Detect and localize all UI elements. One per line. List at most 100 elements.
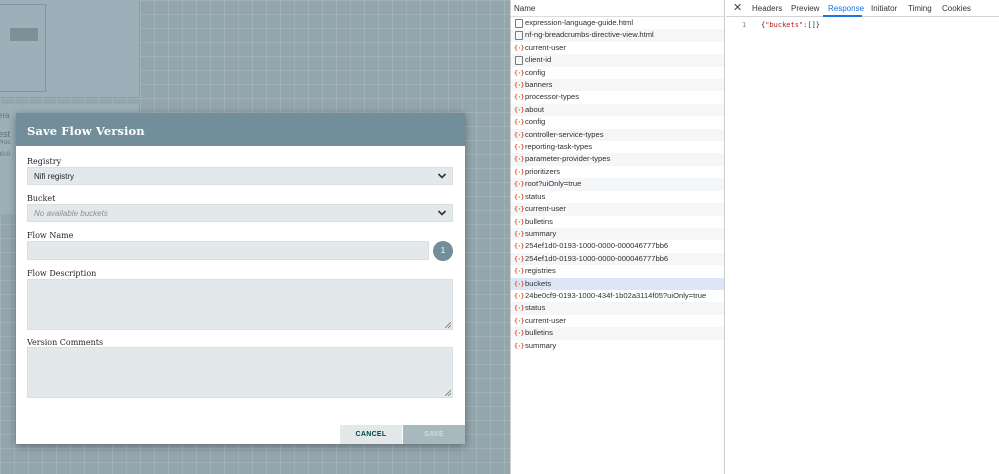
network-request-row[interactable]: {·} registries bbox=[511, 265, 724, 277]
network-request-row[interactable]: {·} about bbox=[511, 103, 724, 117]
xhr-icon: {·} bbox=[514, 93, 525, 102]
request-name: bulletins bbox=[525, 216, 553, 226]
response-key: "buckets" bbox=[765, 21, 804, 29]
document-icon bbox=[515, 19, 523, 28]
xhr-icon: {·} bbox=[514, 329, 525, 338]
bucket-select[interactable]: No available buckets bbox=[27, 204, 453, 222]
network-request-row[interactable]: {·} parameter-provider-types bbox=[511, 153, 724, 166]
network-request-row[interactable]: {·} current-user bbox=[511, 203, 724, 216]
version-comments-textarea[interactable] bbox=[27, 347, 453, 398]
network-request-row[interactable]: {·} buckets bbox=[511, 277, 724, 290]
xhr-icon: {·} bbox=[514, 205, 525, 214]
network-request-row[interactable]: {·} config bbox=[511, 67, 724, 79]
save-button[interactable]: SAVE bbox=[403, 425, 465, 444]
flow-description-textarea[interactable] bbox=[27, 279, 453, 330]
xhr-icon: {·} bbox=[514, 105, 525, 114]
xhr-icon: {·} bbox=[514, 291, 525, 300]
response-body: {"buckets":[]} bbox=[761, 21, 820, 29]
request-name: summary bbox=[525, 340, 557, 350]
network-request-row[interactable]: {·} 24be0cf9-0193-1000-434f-1b02a3114f05?… bbox=[511, 290, 724, 302]
request-name: summary bbox=[525, 228, 557, 238]
active-tab-indicator bbox=[823, 15, 862, 17]
response-value: :[]} bbox=[803, 21, 821, 29]
request-name: bulletins bbox=[525, 328, 553, 338]
dialog-header: Save Flow Version bbox=[16, 113, 465, 146]
request-name: 254ef1d0-0193-1000-0000-000046777bb6 bbox=[525, 253, 669, 263]
network-request-row[interactable]: client-id bbox=[511, 54, 724, 67]
resize-handle-icon[interactable] bbox=[445, 322, 451, 328]
flow-canvas: era est Proc 30-0 Save Flow Version Regi… bbox=[0, 0, 510, 474]
network-request-row[interactable]: {·} root?uiOnly=true bbox=[511, 178, 724, 191]
network-request-row[interactable]: {·} banners bbox=[511, 79, 724, 92]
network-request-row[interactable]: {·} status bbox=[511, 191, 724, 203]
cancel-button[interactable]: CANCEL bbox=[340, 425, 402, 444]
network-request-row[interactable]: {·} config bbox=[511, 116, 724, 128]
operate-panel-text: Proc bbox=[0, 140, 11, 146]
registry-select[interactable]: Nifi registry bbox=[27, 167, 453, 185]
tab-response[interactable]: Response bbox=[828, 4, 864, 13]
tab-cookies[interactable]: Cookies bbox=[942, 4, 971, 13]
registry-label: Registry bbox=[27, 157, 62, 166]
request-name: processor-types bbox=[525, 92, 580, 102]
operate-panel-text: era bbox=[0, 111, 10, 120]
name-column-header[interactable]: Name bbox=[511, 0, 724, 17]
network-request-row[interactable]: {·} prioritizers bbox=[511, 166, 724, 178]
network-request-row[interactable]: {·} bulletins bbox=[511, 327, 724, 340]
save-flow-version-dialog: Save Flow Version Registry Nifi registry… bbox=[16, 113, 465, 444]
document-icon bbox=[515, 31, 523, 41]
network-request-row[interactable]: nf-ng-breadcrumbs-directive-view.html bbox=[511, 29, 724, 42]
xhr-icon: {·} bbox=[514, 217, 525, 226]
network-request-row[interactable]: {·} controller-service-types bbox=[511, 128, 724, 142]
xhr-icon: {·} bbox=[514, 254, 525, 263]
operate-panel-text: 30-0 bbox=[0, 152, 11, 158]
request-name: current-user bbox=[525, 204, 566, 214]
request-name: root?uiOnly=true bbox=[525, 179, 582, 189]
network-request-row[interactable]: {·} current-user bbox=[511, 315, 724, 327]
bucket-label: Bucket bbox=[27, 194, 56, 203]
xhr-icon: {·} bbox=[514, 267, 525, 276]
xhr-icon: {·} bbox=[514, 242, 525, 251]
tab-timing[interactable]: Timing bbox=[908, 4, 932, 13]
flow-description-label: Flow Description bbox=[27, 269, 97, 278]
flow-name-label: Flow Name bbox=[27, 231, 74, 240]
request-name: reporting-task-types bbox=[525, 142, 593, 152]
network-request-row[interactable]: {·} summary bbox=[511, 340, 724, 352]
request-name: about bbox=[525, 104, 545, 114]
tab-initiator[interactable]: Initiator bbox=[871, 4, 897, 13]
flow-name-input[interactable] bbox=[27, 241, 429, 260]
request-name: config bbox=[525, 67, 546, 77]
xhr-icon: {·} bbox=[514, 143, 525, 152]
resize-handle-icon[interactable] bbox=[445, 390, 451, 396]
request-name: buckets bbox=[525, 278, 552, 288]
network-request-row[interactable]: {·} current-user bbox=[511, 42, 724, 54]
chevron-down-icon bbox=[437, 210, 447, 216]
xhr-icon: {·} bbox=[514, 118, 525, 127]
request-name: expression-language-guide.html bbox=[525, 18, 634, 27]
network-request-row[interactable]: expression-language-guide.html bbox=[511, 17, 724, 29]
network-request-row[interactable]: {·} bulletins bbox=[511, 216, 724, 228]
network-request-row[interactable]: {·} reporting-task-types bbox=[511, 141, 724, 153]
request-name: status bbox=[525, 303, 546, 313]
network-request-row[interactable]: {·} summary bbox=[511, 227, 724, 241]
network-request-row[interactable]: {·} 254ef1d0-0193-1000-0000-000046777bb6 bbox=[511, 240, 724, 252]
request-name: status bbox=[525, 191, 546, 201]
operate-panel-text: est bbox=[0, 129, 11, 139]
request-name: 254ef1d0-0193-1000-0000-000046777bb6 bbox=[525, 241, 669, 251]
tab-preview[interactable]: Preview bbox=[791, 4, 819, 13]
network-request-row[interactable]: {·} 254ef1d0-0193-1000-0000-000046777bb6 bbox=[511, 252, 724, 266]
xhr-icon: {·} bbox=[514, 304, 525, 313]
xhr-icon: {·} bbox=[514, 155, 525, 164]
document-icon bbox=[515, 56, 523, 66]
tab-headers[interactable]: Headers bbox=[752, 4, 782, 13]
xhr-icon: {·} bbox=[514, 229, 525, 238]
request-name: current-user bbox=[525, 42, 566, 52]
close-icon[interactable]: ✕ bbox=[733, 2, 742, 14]
xhr-icon: {·} bbox=[514, 279, 525, 288]
request-name: banners bbox=[525, 80, 553, 90]
network-request-row[interactable]: {·} processor-types bbox=[511, 91, 724, 103]
network-request-row[interactable]: {·} status bbox=[511, 302, 724, 315]
request-rows: expression-language-guide.html nf-ng-brea… bbox=[511, 17, 724, 352]
line-number: 1 bbox=[742, 21, 747, 29]
xhr-icon: {·} bbox=[514, 180, 525, 189]
details-tab-bar: ✕ Headers Preview Response Initiator Tim… bbox=[726, 0, 999, 17]
